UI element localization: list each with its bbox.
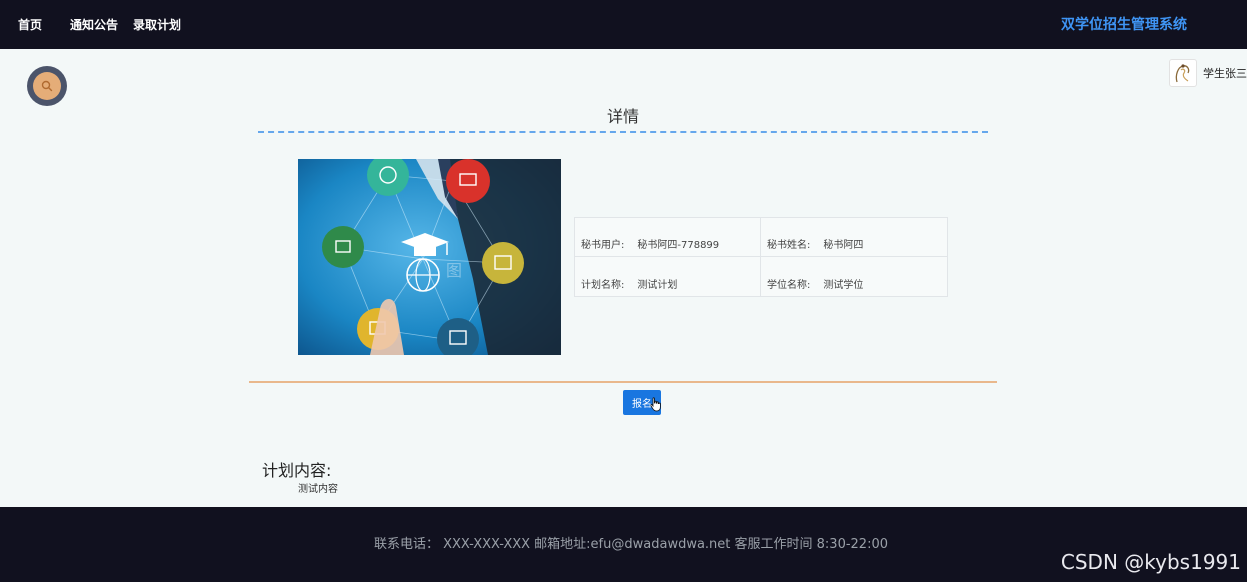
nav-notices[interactable]: 通知公告 xyxy=(70,16,118,33)
plan-content-value: 测试内容 xyxy=(298,484,338,495)
field-label: 秘书用户: xyxy=(581,240,625,251)
nav-admission-plan[interactable]: 录取计划 xyxy=(133,16,181,33)
site-brand-title: 双学位招生管理系统 xyxy=(1061,17,1187,33)
plan-info-table: 秘书用户: 秘书阿四-778899 秘书姓名: 秘书阿四 计划名称: 测试计划 … xyxy=(574,217,948,297)
field-value: 测试学位 xyxy=(823,280,864,291)
field-value: 测试计划 xyxy=(637,280,678,291)
plan-cover-image: 图 xyxy=(298,159,561,355)
avatar-icon xyxy=(1169,59,1197,87)
footer: 联系电话： XXX-XXX-XXX 邮箱地址:efu@dwadawdwa.net… xyxy=(0,507,1247,582)
title-divider xyxy=(258,131,988,133)
hand-cursor-icon xyxy=(650,397,661,412)
image-caption: 图 xyxy=(446,261,462,280)
field-label: 秘书姓名: xyxy=(767,240,811,251)
user-menu[interactable]: 学生张三 xyxy=(1169,59,1247,87)
field-value: 秘书阿四 xyxy=(823,240,864,251)
nav-home[interactable]: 首页 xyxy=(18,16,42,33)
field-label: 计划名称: xyxy=(581,280,625,291)
watermark-text: CSDN @kybs1991 xyxy=(1060,550,1241,574)
detail-title: 详情 xyxy=(606,107,639,126)
degree-name-cell: 学位名称: 测试学位 xyxy=(761,257,947,296)
field-label: 学位名称: xyxy=(767,280,811,291)
section-divider xyxy=(249,381,997,383)
field-value: 秘书阿四-778899 xyxy=(637,240,720,251)
plan-content-label: 计划内容: xyxy=(262,461,332,480)
graduation-network-icon: 图 xyxy=(298,159,561,355)
plan-name-cell: 计划名称: 测试计划 xyxy=(575,257,761,296)
search-icon xyxy=(33,72,61,100)
secretary-name-cell: 秘书姓名: 秘书阿四 xyxy=(761,218,947,257)
top-navbar: 首页 通知公告 录取计划 双学位招生管理系统 xyxy=(0,0,1247,49)
search-button[interactable] xyxy=(27,66,67,106)
secretary-user-cell: 秘书用户: 秘书阿四-778899 xyxy=(575,218,761,257)
user-name: 学生张三 xyxy=(1203,67,1247,80)
